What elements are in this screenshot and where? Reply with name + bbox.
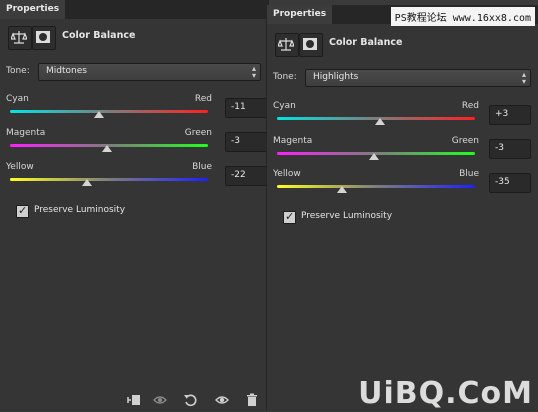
preserve-luminosity-label: Preserve Luminosity — [301, 211, 393, 221]
slider-track[interactable] — [10, 110, 208, 113]
slider-magenta-green: Magenta Green — [273, 136, 479, 168]
preserve-luminosity-checkbox[interactable]: ✓ — [16, 204, 29, 218]
visibility-eye-icon[interactable] — [214, 393, 230, 409]
preserve-luminosity-row[interactable]: ✓ Preserve Luminosity — [16, 204, 166, 219]
value-input[interactable] — [490, 106, 529, 122]
slider-left-label: Magenta — [6, 128, 46, 138]
layer-mask-icon[interactable] — [299, 33, 323, 57]
slider-magenta-green: Magenta Green — [6, 128, 212, 160]
value-input[interactable] — [490, 140, 529, 156]
slider-left-label: Yellow — [273, 169, 301, 179]
preserve-luminosity-checkbox[interactable]: ✓ — [283, 210, 296, 224]
preserve-luminosity-row[interactable]: ✓ Preserve Luminosity — [283, 210, 433, 225]
slider-cyan-red: Cyan Red — [273, 101, 479, 133]
tab-properties[interactable]: Properties — [0, 0, 66, 19]
panel-title: Color Balance — [329, 37, 403, 48]
properties-panel-right: Properties PS教程论坛 www.16xx8.com Color Ba… — [266, 5, 538, 411]
slider-track[interactable] — [10, 178, 208, 181]
value-input[interactable] — [226, 133, 265, 149]
slider-cyan-red: Cyan Red — [6, 94, 212, 126]
slider-right-label: Blue — [459, 169, 479, 179]
watermark-text: PS教程论坛 www.16xx8.com — [390, 7, 535, 26]
slider-thumb[interactable] — [102, 145, 113, 152]
delete-trash-icon[interactable] — [244, 393, 260, 409]
tone-label: Tone: — [6, 66, 30, 76]
tone-row: Tone: Midtones ▴ ▾ — [6, 63, 261, 81]
slider-left-label: Magenta — [273, 136, 313, 146]
value-field[interactable] — [489, 105, 531, 125]
panel-tabbar: Properties — [0, 0, 269, 19]
value-field[interactable] — [489, 173, 531, 193]
slider-right-label: Red — [194, 94, 212, 104]
value-field[interactable] — [489, 139, 531, 159]
value-field[interactable] — [225, 98, 267, 118]
slider-right-label: Green — [184, 128, 212, 138]
slider-yellow-blue: Yellow Blue — [273, 169, 479, 201]
layer-mask-icon[interactable] — [32, 26, 56, 50]
balance-scale-icon[interactable] — [275, 33, 299, 57]
view-previous-icon[interactable] — [152, 393, 168, 409]
slider-right-label: Blue — [192, 162, 212, 172]
slider-thumb[interactable] — [94, 111, 105, 118]
properties-panel-left: Properties Color Balance Tone: Midtones … — [0, 0, 269, 411]
slider-thumb[interactable] — [337, 186, 348, 193]
value-input[interactable] — [490, 174, 529, 190]
slider-left-label: Yellow — [6, 162, 34, 172]
slider-track[interactable] — [277, 185, 475, 188]
tone-select[interactable]: Midtones ▴ ▾ — [38, 63, 261, 81]
slider-thumb[interactable] — [82, 179, 93, 186]
slider-yellow-blue: Yellow Blue — [6, 162, 212, 194]
title-row: Color Balance — [275, 31, 531, 59]
up-down-arrows-icon: ▴ ▾ — [251, 64, 256, 80]
tab-properties[interactable]: Properties — [267, 5, 333, 24]
slider-thumb[interactable] — [374, 118, 385, 125]
brand-watermark: UiBQ.CoM — [358, 376, 533, 411]
title-row: Color Balance — [8, 24, 261, 52]
panel-title: Color Balance — [62, 30, 136, 41]
tone-row: Tone: Highlights ▴ ▾ — [273, 69, 531, 87]
checkmark-icon: ✓ — [18, 204, 28, 217]
slider-right-label: Red — [461, 101, 479, 111]
tone-value: Highlights — [313, 72, 359, 82]
value-input[interactable] — [226, 167, 265, 183]
slider-left-label: Cyan — [273, 101, 296, 111]
slider-thumb[interactable] — [369, 153, 380, 160]
slider-left-label: Cyan — [6, 94, 29, 104]
checkmark-icon: ✓ — [285, 210, 295, 223]
tone-select[interactable]: Highlights ▴ ▾ — [305, 69, 531, 87]
reset-icon[interactable] — [182, 393, 198, 409]
slider-right-label: Green — [451, 136, 479, 146]
tone-label: Tone: — [273, 72, 297, 82]
tone-value: Midtones — [46, 66, 87, 76]
balance-scale-icon[interactable] — [8, 26, 32, 50]
up-down-arrows-icon: ▴ ▾ — [521, 70, 526, 86]
preserve-luminosity-label: Preserve Luminosity — [34, 205, 126, 215]
value-field[interactable] — [225, 166, 267, 186]
panel-tabbar: Properties PS教程论坛 www.16xx8.com — [267, 5, 538, 26]
clip-to-layer-icon[interactable] — [126, 393, 142, 409]
value-input[interactable] — [226, 99, 265, 115]
bottom-toolbar — [118, 393, 288, 411]
value-field[interactable] — [225, 132, 267, 152]
